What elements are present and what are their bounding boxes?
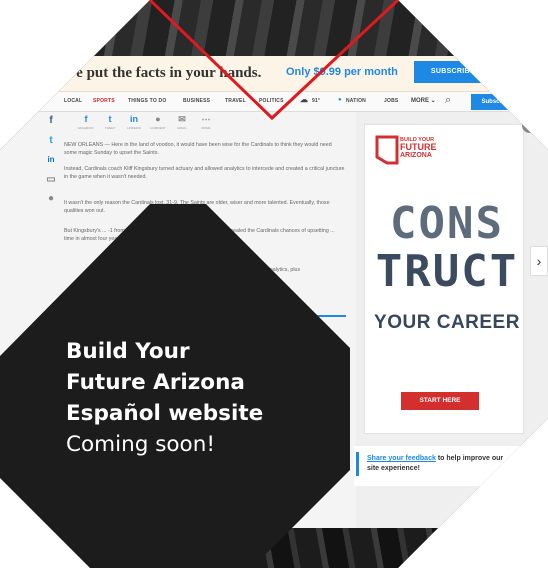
nav-nation[interactable]: NATION bbox=[346, 98, 366, 104]
share-twitter[interactable]: t TWEET bbox=[98, 114, 122, 130]
banner-offer[interactable]: Only $9.99 per month bbox=[286, 66, 398, 78]
article-paragraph: Instead, Cardinals coach Kliff Kingsbury… bbox=[64, 166, 345, 181]
promo-graphic: We put the facts in your hands. Only $9.… bbox=[0, 0, 548, 568]
comment-icon[interactable]: ▭ bbox=[44, 173, 58, 187]
ad-headline: CONS bbox=[390, 198, 504, 249]
nav-jobs[interactable]: JOBS bbox=[384, 98, 398, 104]
nav-weather-temp[interactable]: 91° bbox=[312, 98, 320, 104]
search-icon[interactable]: ⌕ bbox=[445, 94, 451, 107]
linkedin-icon: in bbox=[130, 114, 138, 124]
chat-icon[interactable]: ● bbox=[44, 192, 58, 206]
facebook-icon: f bbox=[84, 114, 88, 124]
ad-tagline: ARIZONA bbox=[400, 152, 432, 159]
close-icon[interactable]: × bbox=[522, 118, 537, 133]
twitter-icon[interactable]: t bbox=[44, 134, 58, 148]
nav-travel[interactable]: TRAVEL bbox=[225, 98, 246, 104]
share-more[interactable]: ⋯ MORE bbox=[194, 114, 218, 130]
chevron-down-icon: ⌄ bbox=[430, 98, 436, 104]
site-logo[interactable]: tral. bbox=[3, 93, 26, 109]
nav-more[interactable]: MORE ⌄ bbox=[411, 97, 436, 104]
ad-tagline: FUTURE bbox=[400, 142, 437, 152]
share-label: MORE bbox=[201, 126, 211, 130]
article-paragraph: It wasn't the only reason the Cardinals … bbox=[64, 200, 330, 215]
share-label: EMAIL bbox=[177, 126, 187, 130]
nav-sports[interactable]: SPORTS bbox=[93, 98, 115, 104]
globe-icon: ● bbox=[338, 97, 342, 103]
nav-business[interactable]: BUSINESS bbox=[183, 98, 210, 104]
feedback-text: Share your feedback to help improve our … bbox=[367, 454, 517, 474]
callout-line: Coming soon! bbox=[66, 432, 215, 457]
share-email[interactable]: ✉ EMAIL bbox=[170, 114, 194, 130]
callout-line: Español website bbox=[66, 401, 264, 426]
article-paragraph: "No ... difficult. "The analytics, plus bbox=[219, 267, 301, 273]
nav-local[interactable]: LOCAL bbox=[64, 98, 82, 104]
weather-icon[interactable]: ☁ bbox=[300, 95, 308, 104]
article-paragraph: But Kingsbury's ... -1 from his own 30-y… bbox=[64, 228, 335, 243]
share-label: TWEET bbox=[104, 126, 116, 130]
related-link[interactable]: today bbox=[240, 303, 346, 317]
callout-line: Future Arizona bbox=[66, 370, 245, 395]
next-arrow-button[interactable]: › bbox=[530, 246, 548, 276]
banner-headline: We put the facts in your hands. bbox=[62, 65, 262, 81]
facebook-icon[interactable]: f bbox=[44, 114, 58, 128]
share-comment[interactable]: ● COMMENT bbox=[146, 114, 170, 130]
more-icon: ⋯ bbox=[201, 114, 211, 124]
arizona-map-icon bbox=[375, 135, 399, 165]
screenshot-frame: We put the facts in your hands. Only $9.… bbox=[0, 0, 548, 568]
subscribe-button[interactable]: Subscribe bbox=[471, 94, 521, 110]
nav-politics[interactable]: POLITICS bbox=[259, 98, 284, 104]
share-label: FACEBOOK bbox=[77, 126, 95, 130]
twitter-icon: t bbox=[108, 114, 112, 124]
callout-line: Build Your bbox=[66, 339, 190, 364]
background-texture-bottom bbox=[0, 528, 548, 568]
email-icon: ✉ bbox=[178, 114, 186, 124]
callout-text: Build Your Future Arizona Español websit… bbox=[66, 336, 356, 460]
ad-subheadline: YOUR CAREER bbox=[374, 312, 520, 333]
comment-icon: ● bbox=[155, 114, 161, 124]
background-texture-top bbox=[0, 0, 548, 56]
share-toolbar: f FACEBOOK t TWEET in LINKEDIN ● COMMENT ✉ EM… bbox=[64, 114, 364, 136]
feedback-accent-bar bbox=[356, 452, 359, 476]
nav-more-label: MORE bbox=[411, 98, 429, 104]
start-here-button[interactable]: START HERE bbox=[401, 392, 479, 410]
share-label: LINKEDIN bbox=[127, 126, 141, 130]
share-facebook[interactable]: f FACEBOOK bbox=[74, 114, 98, 130]
nav-things-to-do[interactable]: THINGS TO DO bbox=[128, 98, 166, 104]
subscribe-now-button[interactable]: SUBSCRIBE NOW bbox=[414, 61, 512, 83]
ad-headline: TRUCT bbox=[375, 246, 519, 297]
article-paragraph: NEW ORLEANS — Here in the land of voodoo… bbox=[64, 142, 332, 157]
share-label: COMMENT bbox=[150, 126, 166, 130]
share-sidebar: f t in ▭ ● bbox=[40, 112, 60, 212]
share-feedback-link[interactable]: Share your feedback bbox=[367, 455, 436, 462]
share-linkedin[interactable]: in LINKEDIN bbox=[122, 114, 146, 130]
linkedin-icon[interactable]: in bbox=[44, 153, 58, 167]
sign-in-link[interactable]: Sign bbox=[528, 98, 541, 104]
